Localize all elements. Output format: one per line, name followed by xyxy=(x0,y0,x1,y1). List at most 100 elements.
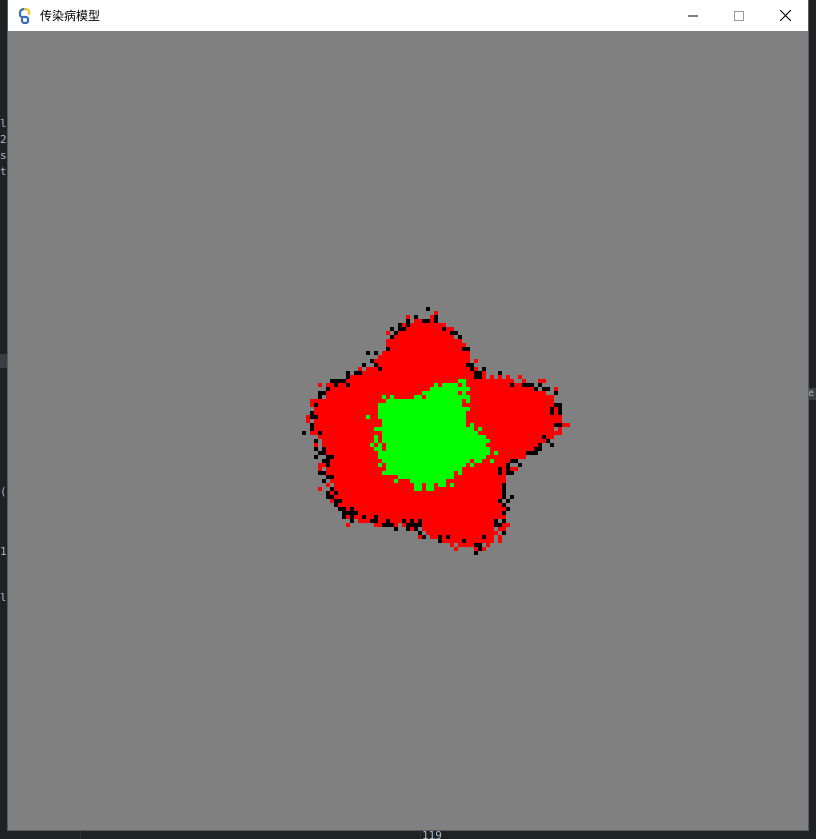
infected-cell xyxy=(358,455,362,459)
infected-cell xyxy=(518,415,522,419)
infected-cell xyxy=(350,427,354,431)
infected-cell xyxy=(422,515,426,519)
infected-cell xyxy=(370,423,374,427)
infected-cell xyxy=(374,375,378,379)
frontier-cell xyxy=(474,359,478,363)
infected-cell xyxy=(366,459,370,463)
infected-cell xyxy=(370,503,374,507)
infected-cell xyxy=(378,491,382,495)
recovered-cell xyxy=(458,423,462,427)
simulation-canvas[interactable] xyxy=(8,31,808,830)
infected-cell xyxy=(338,419,342,423)
infected-cell xyxy=(466,359,470,363)
frontier-cell xyxy=(426,307,430,311)
recovered-cell xyxy=(402,443,406,447)
recovered-cell xyxy=(466,407,470,411)
recovered-cell xyxy=(394,415,398,419)
infected-cell xyxy=(330,419,334,423)
infected-cell xyxy=(534,407,538,411)
recovered-cell xyxy=(410,459,414,463)
infected-cell xyxy=(362,475,366,479)
recovered-cell xyxy=(406,455,410,459)
infected-cell xyxy=(390,387,394,391)
infected-cell xyxy=(358,387,362,391)
infected-cell xyxy=(362,383,366,387)
infected-cell xyxy=(314,443,318,447)
infected-cell xyxy=(350,387,354,391)
infected-cell xyxy=(502,435,506,439)
infected-cell xyxy=(378,435,382,439)
infected-cell xyxy=(418,335,422,339)
recovered-cell xyxy=(414,395,418,399)
recovered-cell xyxy=(418,439,422,443)
infected-cell xyxy=(478,523,482,527)
infected-cell xyxy=(346,471,350,475)
infected-cell xyxy=(470,475,474,479)
infected-cell xyxy=(390,347,394,351)
infected-cell xyxy=(386,479,390,483)
infected-cell xyxy=(350,503,354,507)
infected-cell xyxy=(426,511,430,515)
infected-cell xyxy=(434,363,438,367)
recovered-cell xyxy=(398,431,402,435)
infected-cell xyxy=(370,467,374,471)
infected-cell xyxy=(358,515,362,519)
recovered-cell xyxy=(442,383,446,387)
infected-cell xyxy=(414,511,418,515)
infected-cell xyxy=(506,443,510,447)
infected-cell xyxy=(526,423,530,427)
infected-cell xyxy=(406,487,410,491)
dead-cell xyxy=(330,475,334,479)
infected-cell xyxy=(534,431,538,435)
infected-cell xyxy=(530,427,534,431)
infected-cell xyxy=(482,523,486,527)
infected-cell xyxy=(386,339,390,343)
infected-cell xyxy=(502,407,506,411)
infected-cell xyxy=(466,515,470,519)
infected-cell xyxy=(506,403,510,407)
infected-cell xyxy=(346,495,350,499)
infected-cell xyxy=(446,355,450,359)
infected-cell xyxy=(394,391,398,395)
infected-cell xyxy=(450,347,454,351)
infected-cell xyxy=(498,515,502,519)
infected-cell xyxy=(354,379,358,383)
infected-cell xyxy=(366,463,370,467)
infected-cell xyxy=(458,339,462,343)
infected-cell xyxy=(390,507,394,511)
frontier-cell xyxy=(390,327,394,331)
infected-cell xyxy=(394,395,398,399)
infected-cell xyxy=(422,527,426,531)
infected-cell xyxy=(394,475,398,479)
infected-cell xyxy=(438,323,442,327)
infected-cell xyxy=(514,399,518,403)
infected-cell xyxy=(370,387,374,391)
infected-cell xyxy=(354,391,358,395)
infected-cell xyxy=(394,359,398,363)
infected-cell xyxy=(370,471,374,475)
infected-cell xyxy=(330,391,334,395)
recovered-cell xyxy=(474,459,478,463)
infected-cell xyxy=(462,499,466,503)
infected-cell xyxy=(430,495,434,499)
minimize-button[interactable] xyxy=(670,0,716,31)
title-bar[interactable]: 传染病模型 xyxy=(8,0,808,31)
close-button[interactable] xyxy=(762,0,808,31)
dead-cell xyxy=(386,519,390,523)
recovered-cell xyxy=(442,387,446,391)
recovered-cell xyxy=(418,451,422,455)
infected-cell xyxy=(402,479,406,483)
frontier-cell xyxy=(514,467,518,471)
infected-cell xyxy=(350,419,354,423)
dead-cell xyxy=(318,391,322,395)
infected-cell xyxy=(358,367,362,371)
infected-cell xyxy=(362,483,366,487)
maximize-button[interactable] xyxy=(716,0,762,31)
infected-cell xyxy=(366,455,370,459)
infected-cell xyxy=(414,383,418,387)
recovered-cell xyxy=(482,447,486,451)
infected-cell xyxy=(366,479,370,483)
infected-cell xyxy=(462,495,466,499)
recovered-cell xyxy=(390,431,394,435)
recovered-cell xyxy=(386,419,390,423)
